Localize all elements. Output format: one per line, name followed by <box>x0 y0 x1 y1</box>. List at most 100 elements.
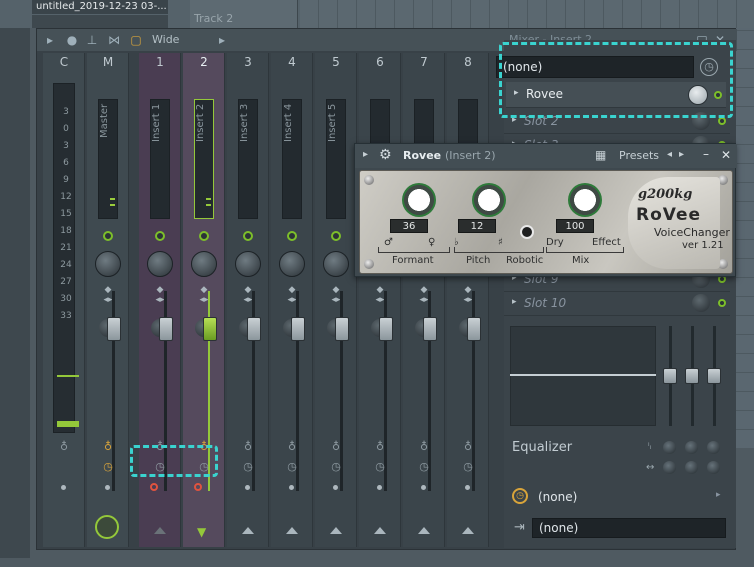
clock-icon[interactable]: ◷ <box>286 461 298 473</box>
mute-led[interactable] <box>243 231 253 241</box>
pan-arrows-icon[interactable]: ◆ ◂▸ <box>150 285 170 307</box>
slot-enable-led[interactable] <box>718 299 726 307</box>
slot-enable-led[interactable] <box>718 117 726 125</box>
volume-fader[interactable] <box>335 317 349 341</box>
pitch-knob[interactable] <box>472 183 506 217</box>
formant-value[interactable]: 36 <box>390 219 428 233</box>
send-clock-icon[interactable]: ◷ <box>512 488 528 504</box>
plugin-menu-arrow-icon[interactable]: ▸ <box>363 149 368 160</box>
send-select[interactable]: (none) <box>538 490 577 504</box>
strip-insert-3[interactable]: 3 Insert 3 ◆ ◂▸ ♁ ◷ <box>227 53 269 547</box>
mute-led[interactable] <box>331 231 341 241</box>
presets-button[interactable]: Presets <box>619 149 659 162</box>
bulb-icon[interactable]: ♁ <box>462 441 474 453</box>
send-ring-icon[interactable] <box>95 515 119 539</box>
mix-value[interactable]: 100 <box>556 219 594 233</box>
plugin-close-icon[interactable]: ✕ <box>721 148 731 162</box>
pan-arrows-icon[interactable]: ◆ ◂▸ <box>326 285 346 307</box>
strip-insert-7[interactable]: 7 ◆ ◂▸ ♁ ◷ <box>403 53 445 547</box>
nav-arrow-icon[interactable]: ▸ <box>215 33 229 47</box>
output-select[interactable]: (none) <box>532 518 726 538</box>
bulb-icon[interactable]: ♁ <box>242 441 254 453</box>
volume-fader[interactable] <box>467 317 481 341</box>
turtle-icon[interactable]: ● <box>65 33 79 47</box>
slot-mix-knob[interactable] <box>692 294 710 312</box>
strip-insert-5[interactable]: 5 Insert 5 ◆ ◂▸ ♁ ◷ <box>315 53 357 547</box>
eq-high-fader[interactable] <box>707 368 721 384</box>
preset-prev-icon[interactable]: ◂ <box>667 149 672 160</box>
route-dot[interactable] <box>61 485 66 490</box>
pin-icon[interactable]: ⊥ <box>85 33 99 47</box>
mute-led[interactable] <box>155 231 165 241</box>
eq-low-freq-knob[interactable] <box>663 461 676 474</box>
fx-knob[interactable] <box>323 251 349 277</box>
route-down-arrow-icon[interactable]: ▼ <box>197 525 206 539</box>
strip-insert-4[interactable]: 4 Insert 4 ◆ ◂▸ ♁ ◷ <box>271 53 313 547</box>
pitch-value[interactable]: 12 <box>458 219 496 233</box>
bulb-icon[interactable]: ♁ <box>58 441 70 453</box>
record-arm-icon[interactable] <box>194 483 202 491</box>
pan-arrows-icon[interactable]: ◆ ◂▸ <box>194 285 214 307</box>
view-mode-label[interactable]: Wide <box>152 33 179 46</box>
eq-mid-fader[interactable] <box>685 368 699 384</box>
route-arrow-icon[interactable] <box>374 527 386 534</box>
fx-knob[interactable] <box>147 251 173 277</box>
volume-fader[interactable] <box>107 317 121 341</box>
route-dot[interactable] <box>465 485 470 490</box>
bulb-icon[interactable]: ♁ <box>102 441 114 453</box>
playlist-track-2[interactable]: Track 2 <box>190 0 298 28</box>
route-arrow-icon[interactable] <box>286 527 298 534</box>
volume-fader[interactable] <box>159 317 173 341</box>
route-arrow-icon[interactable] <box>418 527 430 534</box>
route-dot[interactable] <box>377 485 382 490</box>
project-tab[interactable]: untitled_2019-12-23 03-... <box>32 0 168 14</box>
bulb-icon[interactable]: ♁ <box>418 441 430 453</box>
clock-icon[interactable]: ◷ <box>374 461 386 473</box>
route-dot[interactable] <box>333 485 338 490</box>
window-icon[interactable]: ▢ <box>129 33 143 47</box>
route-arrow-icon[interactable] <box>154 527 166 534</box>
bulb-icon[interactable]: ♁ <box>286 441 298 453</box>
robotic-toggle[interactable] <box>520 225 534 239</box>
route-dot[interactable] <box>289 485 294 490</box>
pan-arrows-icon[interactable]: ◆ ◂▸ <box>282 285 302 307</box>
fx-knob[interactable] <box>279 251 305 277</box>
volume-fader[interactable] <box>203 317 217 341</box>
strip-insert-6[interactable]: 6 ◆ ◂▸ ♁ ◷ <box>359 53 401 547</box>
strip-insert-8[interactable]: 8 ◆ ◂▸ ♁ ◷ <box>447 53 489 547</box>
preset-next-icon[interactable]: ▸ <box>679 149 684 160</box>
mute-led[interactable] <box>199 231 209 241</box>
route-arrow-icon[interactable] <box>330 527 342 534</box>
volume-fader[interactable] <box>423 317 437 341</box>
pan-arrows-icon[interactable]: ◆ ◂▸ <box>370 285 390 307</box>
plugin-titlebar[interactable]: ▸ ⚙ Rovee (Insert 2) ▦ Presets ◂ ▸ – ✕ <box>355 144 737 168</box>
playlist-grid[interactable] <box>300 0 754 28</box>
pan-arrows-icon[interactable]: ◆ ◂▸ <box>238 285 258 307</box>
fx-knob[interactable] <box>191 251 217 277</box>
pan-arrows-icon[interactable]: ◆ ◂▸ <box>414 285 434 307</box>
eq-mid-gain-knob[interactable] <box>685 441 698 454</box>
eq-high-freq-knob[interactable] <box>707 461 720 474</box>
mute-led[interactable] <box>103 231 113 241</box>
volume-fader[interactable] <box>247 317 261 341</box>
bowtie-icon[interactable]: ⋈ <box>107 33 121 47</box>
clock-icon[interactable]: ◷ <box>330 461 342 473</box>
record-arm-icon[interactable] <box>150 483 158 491</box>
strip-master[interactable]: M Master ◆ ◂▸ ♁ ◷ <box>87 53 129 547</box>
gear-icon[interactable]: ⚙ <box>379 147 392 163</box>
eq-mid-freq-knob[interactable] <box>685 461 698 474</box>
volume-fader[interactable] <box>379 317 393 341</box>
route-dot[interactable] <box>421 485 426 490</box>
pan-arrows-icon[interactable]: ◆ ◂▸ <box>458 285 478 307</box>
strip-current[interactable]: C 3 0 3 6 9 12 15 18 21 24 27 30 33 ♁ <box>43 53 85 547</box>
clock-icon[interactable]: ◷ <box>462 461 474 473</box>
bulb-icon[interactable]: ♁ <box>330 441 342 453</box>
fx-slot-10[interactable]: ▸ Slot 10 <box>504 292 730 316</box>
clock-icon[interactable]: ◷ <box>418 461 430 473</box>
clock-icon[interactable]: ◷ <box>102 461 114 473</box>
eq-low-gain-knob[interactable] <box>663 441 676 454</box>
fx-knob[interactable] <box>95 251 121 277</box>
mute-led[interactable] <box>287 231 297 241</box>
fx-knob[interactable] <box>235 251 261 277</box>
eq-high-gain-knob[interactable] <box>707 441 720 454</box>
